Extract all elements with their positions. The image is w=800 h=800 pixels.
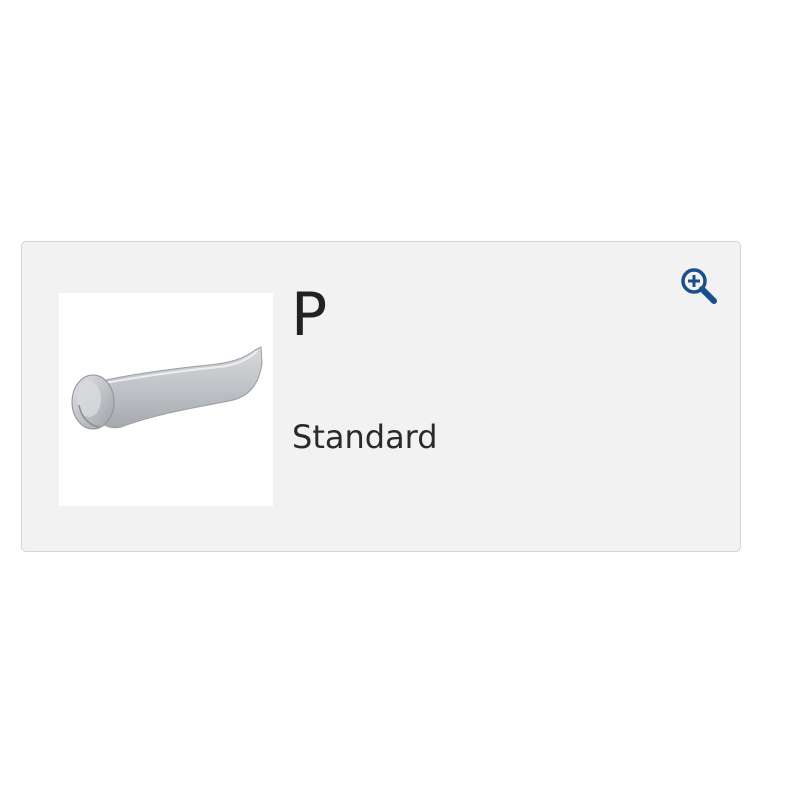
zoom-in-icon[interactable] <box>679 266 719 306</box>
product-option-card[interactable]: P Standard <box>21 241 741 552</box>
lever-handle-image <box>59 293 273 506</box>
product-description: Standard <box>292 418 438 456</box>
product-code: P <box>291 280 328 350</box>
